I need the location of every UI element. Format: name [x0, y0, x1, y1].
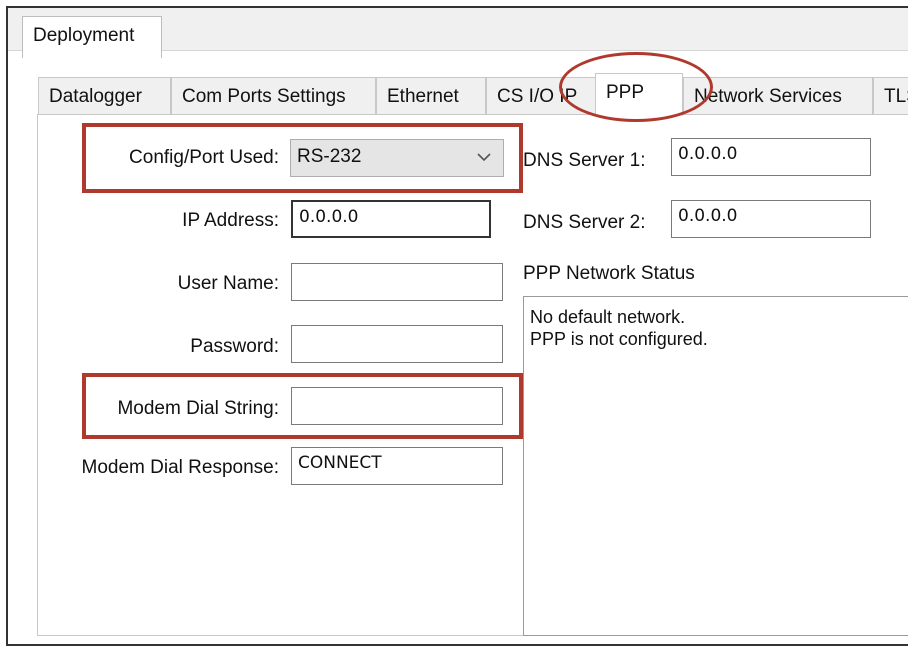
tab-com-ports-settings[interactable]: Com Ports Settings — [171, 77, 376, 115]
modem-dial-response-label: Modem Dial Response: — [81, 457, 279, 478]
status-line: PPP is not configured. — [530, 329, 708, 349]
settings-tabs: Datalogger Com Ports Settings Ethernet C… — [38, 73, 908, 116]
user-name-label: User Name: — [177, 273, 279, 294]
tab-deployment[interactable]: Deployment — [22, 16, 162, 58]
ppp-network-status-box[interactable]: No default network. PPP is not configure… — [523, 296, 908, 636]
dns-server-2-field[interactable]: 0.0.0.0 — [671, 200, 871, 238]
password-label: Password: — [190, 336, 279, 357]
tab-ethernet[interactable]: Ethernet — [376, 77, 486, 115]
dns-server-2-label: DNS Server 2: — [523, 212, 646, 233]
tab-label: Datalogger — [49, 86, 142, 107]
ip-address-field[interactable]: 0.0.0.0 — [291, 200, 491, 238]
tab-label: TLS — [884, 86, 908, 107]
status-line: No default network. — [530, 307, 686, 327]
tab-tls[interactable]: TLS — [873, 77, 908, 115]
password-field[interactable] — [291, 325, 503, 363]
tab-deployment-label: Deployment — [33, 25, 135, 46]
tab-label: Ethernet — [387, 86, 459, 107]
ppp-network-status-title: PPP Network Status — [523, 263, 695, 284]
highlight-modem-dial-string — [82, 373, 523, 439]
modem-dial-response-field[interactable]: CONNECT — [291, 447, 503, 485]
user-name-field[interactable] — [291, 263, 503, 301]
tab-label: Com Ports Settings — [182, 86, 346, 107]
highlight-config-port — [82, 123, 523, 193]
tab-datalogger[interactable]: Datalogger — [38, 77, 171, 115]
tab-label: Network Services — [694, 86, 842, 107]
ip-address-label: IP Address: — [182, 210, 279, 231]
highlight-ppp-tab — [559, 52, 713, 122]
dns-server-1-field[interactable]: 0.0.0.0 — [671, 138, 871, 176]
top-tab-strip: Deployment — [8, 8, 908, 58]
dns-server-1-label: DNS Server 1: — [523, 150, 646, 171]
